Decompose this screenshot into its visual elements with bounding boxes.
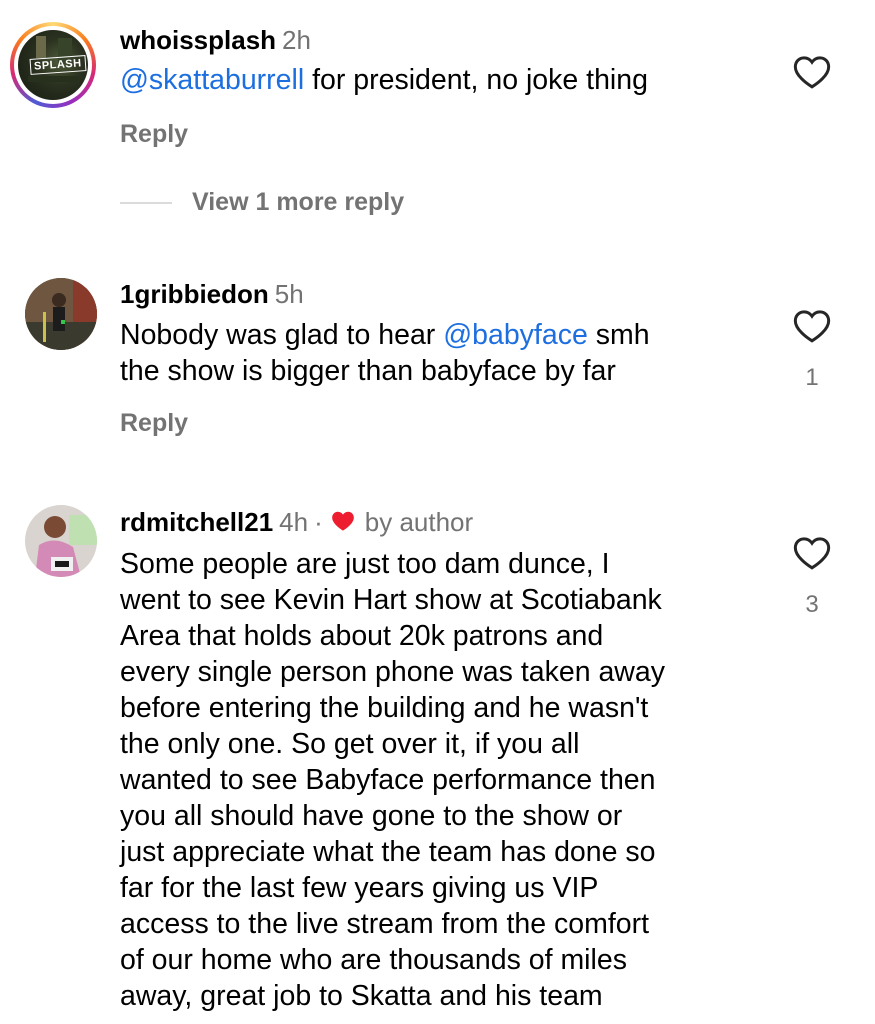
like-count: 3 — [805, 591, 819, 618]
divider-line — [120, 202, 172, 204]
like-button[interactable] — [791, 306, 833, 346]
username[interactable]: rdmitchell21 — [120, 507, 273, 537]
comment-body-line: access to the live stream from the comfo… — [120, 908, 650, 940]
comment-body-line: went to see Kevin Hart show at Scotiaban… — [120, 584, 662, 616]
reply-button[interactable]: Reply — [120, 120, 188, 149]
comment-body-line: away, great job to Skatta and his team — [120, 980, 603, 1012]
username[interactable]: whoissplash — [120, 25, 276, 55]
view-more-label: View 1 more reply — [192, 188, 405, 216]
timestamp: 4h — [279, 507, 309, 537]
comment-body-line: of our home who are thousands of miles — [120, 944, 627, 976]
comment-header: whoissplash 2h — [120, 25, 311, 56]
heart-outline-icon — [793, 537, 831, 570]
timestamp: 5h — [274, 279, 304, 309]
comment-body-line: before entering the building and he wasn… — [120, 692, 649, 724]
like-button[interactable] — [791, 52, 833, 92]
avatar-story-ring[interactable]: SPLASH — [10, 22, 96, 108]
comment-body-line: wanted to see Babyface performance then — [120, 764, 656, 796]
comment-text: @skattaburrell for president, no joke th… — [120, 62, 648, 98]
mention-link[interactable]: @skattaburrell — [120, 64, 304, 96]
heart-outline-icon — [793, 310, 831, 343]
mention-link[interactable]: @babyface — [443, 319, 588, 351]
comment-body: smh — [587, 319, 650, 351]
comment-body-line: just appreciate what the team has done s… — [120, 836, 656, 868]
avatar[interactable] — [25, 278, 97, 350]
liked-by-author-label: by author — [364, 507, 474, 537]
heart-filled-icon — [329, 508, 357, 541]
avatar: SPLASH — [18, 30, 88, 100]
like-button[interactable] — [791, 533, 833, 573]
username[interactable]: 1gribbiedon — [120, 279, 269, 309]
reply-button[interactable]: Reply — [120, 409, 188, 438]
like-count: 1 — [805, 364, 819, 391]
comment-body-line: every single person phone was taken away — [120, 656, 665, 688]
comment-body-line: Some people are just too dam dunce, I — [120, 548, 610, 580]
comment-body-line: the only one. So get over it, if you all — [120, 728, 580, 760]
comment-body-line: Area that holds about 20k patrons and — [120, 620, 604, 652]
comment-header: 1gribbiedon 5h — [120, 279, 304, 310]
comment-body-line: far for the last few years giving us VIP — [120, 872, 599, 904]
timestamp: 2h — [282, 25, 311, 55]
comment-body-line: the show is bigger than babyface by far — [120, 355, 616, 387]
comment-body-line: you all should have gone to the show or — [120, 800, 623, 832]
comment-header: rdmitchell21 4h · by author — [120, 507, 473, 541]
comment-text: Nobody was glad to hear @babyface smh th… — [120, 317, 650, 389]
separator-dot: · — [314, 507, 323, 537]
comment-body: for president, no joke thing — [304, 64, 648, 96]
heart-outline-icon — [793, 56, 831, 89]
avatar[interactable] — [25, 505, 97, 577]
comment-body: Nobody was glad to hear — [120, 319, 444, 351]
comment-text: Some people are just too dam dunce, I we… — [120, 546, 665, 1014]
